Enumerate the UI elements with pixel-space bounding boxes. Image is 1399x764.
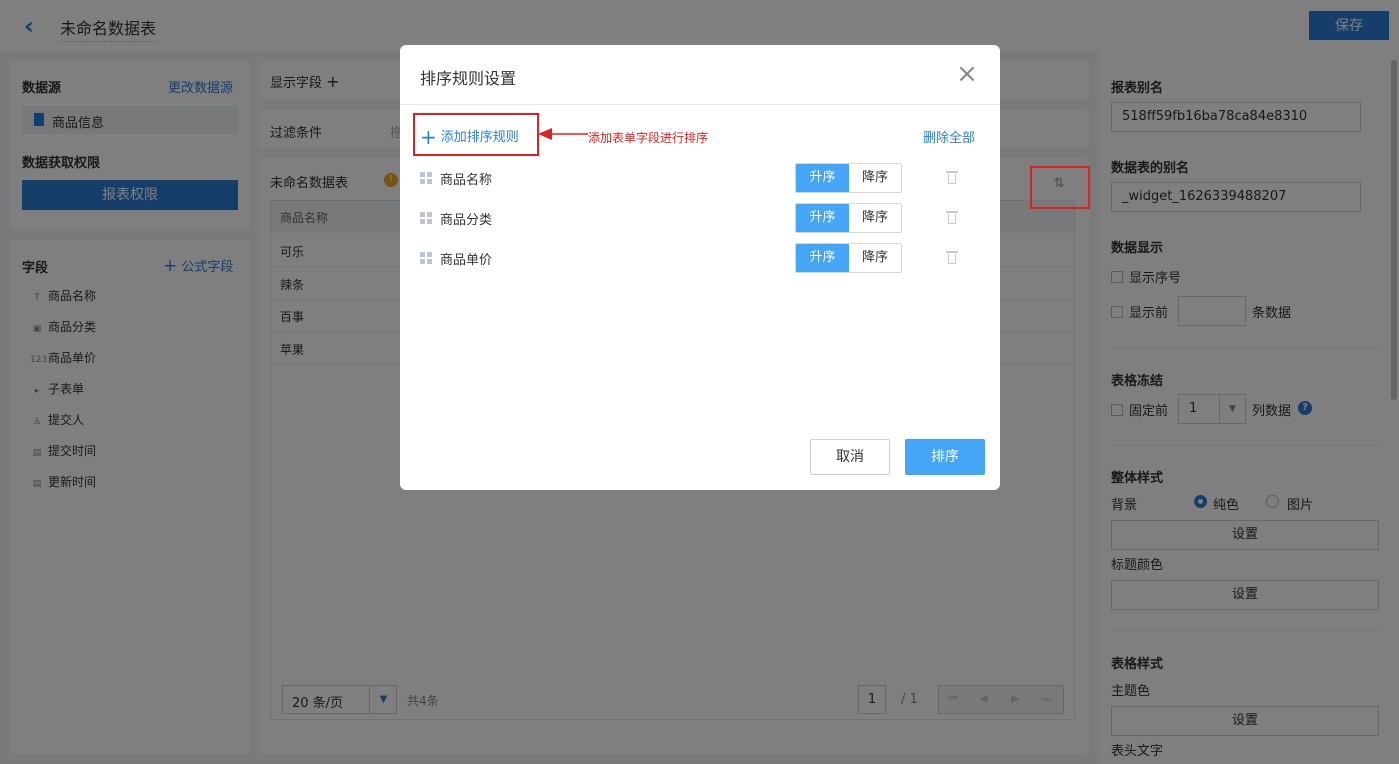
confirm-sort-button[interactable]: 排序 <box>905 439 985 475</box>
rule-field-name: 商品单价 <box>440 253 493 268</box>
sort-order-toggle: 升序 降序 <box>795 163 902 193</box>
close-icon[interactable]: × <box>956 61 978 87</box>
annotation-arrow-icon <box>538 128 588 140</box>
sort-order-toggle: 升序 降序 <box>795 203 902 233</box>
dialog-title: 排序规则设置 <box>420 69 517 88</box>
ascending-button[interactable]: 升序 <box>796 244 849 272</box>
rule-field-name: 商品名称 <box>440 173 493 188</box>
drag-handle-icon[interactable] <box>420 212 432 224</box>
descending-button[interactable]: 降序 <box>849 164 901 192</box>
ascending-button[interactable]: 升序 <box>796 164 849 192</box>
ascending-button[interactable]: 升序 <box>796 204 849 232</box>
sort-icon-highlight <box>1030 166 1090 209</box>
trash-icon[interactable] <box>946 250 958 265</box>
sort-rules-dialog: 排序规则设置 × + 添加排序规则 删除全部 商品名称 升序 降序 商品分类 升序… <box>400 45 1000 490</box>
add-rule-label: 添加排序规则 <box>440 130 519 145</box>
trash-icon[interactable] <box>946 170 958 185</box>
cancel-button[interactable]: 取消 <box>810 439 890 475</box>
rule-field-name: 商品分类 <box>440 213 493 228</box>
descending-button[interactable]: 降序 <box>849 244 901 272</box>
trash-icon[interactable] <box>946 210 958 225</box>
sort-rule-row: 商品分类 升序 降序 <box>420 203 980 233</box>
dialog-divider <box>400 104 1000 105</box>
descending-button[interactable]: 降序 <box>849 204 901 232</box>
plus-icon: + <box>420 125 437 149</box>
annotation-text: 添加表单字段进行排序 <box>588 131 709 145</box>
drag-handle-icon[interactable] <box>420 172 432 184</box>
sort-rule-row: 商品单价 升序 降序 <box>420 243 980 273</box>
sort-order-toggle: 升序 降序 <box>795 243 902 273</box>
sort-rule-row: 商品名称 升序 降序 <box>420 163 980 193</box>
drag-handle-icon[interactable] <box>420 252 432 264</box>
add-sort-rule-button[interactable]: + 添加排序规则 <box>420 125 519 149</box>
delete-all-button[interactable]: 删除全部 <box>923 127 975 146</box>
